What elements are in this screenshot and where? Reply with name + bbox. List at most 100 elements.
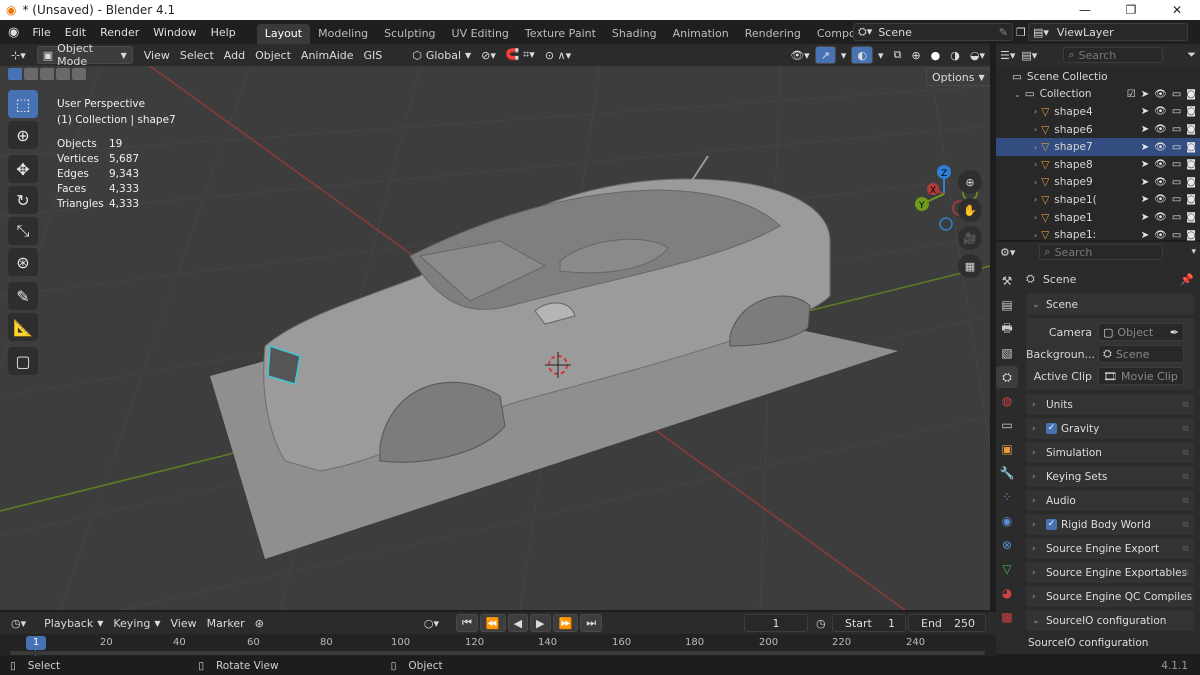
select-arrow-icon[interactable]: ➤	[1141, 89, 1149, 100]
camera-icon[interactable]: ◙	[1186, 159, 1196, 170]
chevron-right-icon[interactable]: ›	[1034, 107, 1037, 116]
monitor-icon[interactable]: ▭	[1172, 212, 1181, 223]
menu-render[interactable]: Render	[93, 26, 146, 39]
select-new-icon[interactable]	[8, 68, 22, 80]
cursor-tool-icon[interactable]: ⊕	[8, 121, 38, 149]
camera-icon[interactable]: ◙	[1186, 212, 1196, 223]
chevron-down-icon[interactable]: ⌄	[1014, 90, 1021, 99]
grip-icon[interactable]: ⁞⁞⁞⁞	[1182, 496, 1189, 505]
scene-panel-header[interactable]: ⌄ Scene	[1026, 294, 1194, 315]
camera-icon[interactable]: ◙	[1186, 124, 1196, 135]
outliner-collection[interactable]: ⌄ ▭ Collection ☑ ➤ 👁 ▭ ◙	[996, 86, 1200, 104]
chevron-right-icon[interactable]: ›	[1034, 213, 1037, 222]
scale-tool-icon[interactable]: ⤡	[8, 217, 38, 245]
menu-add[interactable]: Add	[219, 46, 250, 64]
sourceio-config-panel[interactable]: ⌄ SourceIO configuration	[1026, 610, 1194, 631]
camera-field[interactable]: ▢ Object ✒	[1098, 323, 1184, 341]
monitor-icon[interactable]: ▭	[1172, 124, 1181, 135]
collection-tab-icon[interactable]: ▭	[996, 414, 1018, 436]
ortho-toggle-icon[interactable]: ▦	[958, 254, 982, 278]
menu-keying[interactable]: Keying ▼	[108, 614, 165, 632]
select-subtract-icon[interactable]	[40, 68, 54, 80]
auto-keying-icon[interactable]: ⊛	[250, 614, 269, 632]
camera-icon[interactable]: ◙	[1186, 89, 1196, 100]
camera-icon[interactable]: ◙	[1186, 177, 1196, 188]
menu-select[interactable]: Select	[175, 46, 219, 64]
physics-tab-icon[interactable]: ◉	[996, 510, 1018, 532]
camera-icon[interactable]: ◙	[1186, 230, 1196, 241]
select-invert-icon[interactable]	[56, 68, 70, 80]
rendered-shading-icon[interactable]: ◒▾	[965, 46, 990, 64]
eye-icon[interactable]: 👁	[1154, 159, 1167, 170]
chevron-right-icon[interactable]: ›	[1034, 143, 1037, 152]
select-extend-icon[interactable]	[24, 68, 38, 80]
visibility-icon[interactable]: 👁▾	[785, 46, 815, 64]
chevron-right-icon[interactable]: ›	[1034, 231, 1037, 240]
select-arrow-icon[interactable]: ➤	[1141, 142, 1149, 153]
display-mode-icon[interactable]: ▤▾	[1021, 49, 1037, 62]
select-intersect-icon[interactable]	[72, 68, 86, 80]
monitor-icon[interactable]: ▭	[1172, 177, 1181, 188]
pivot-icon[interactable]: ⊘▾	[476, 46, 501, 64]
tab-uv-editing[interactable]: UV Editing	[444, 24, 517, 44]
simulation-panel[interactable]: › Simulation ⁞⁞⁞⁞	[1026, 442, 1194, 463]
start-frame-field[interactable]: Start 1	[832, 614, 906, 632]
solid-shading-icon[interactable]: ●	[926, 46, 946, 64]
select-arrow-icon[interactable]: ➤	[1141, 230, 1149, 241]
outliner-item[interactable]: › ▽ shape1 ➤ 👁 ▭ ◙	[996, 209, 1200, 227]
monitor-icon[interactable]: ▭	[1172, 230, 1181, 241]
snap-icon[interactable]: 🧲 ⌗▾	[501, 46, 540, 64]
object-tab-icon[interactable]: ▣	[996, 438, 1018, 460]
output-tab-icon[interactable]: 🖶	[996, 318, 1018, 340]
prev-keyframe-icon[interactable]: ⏪	[479, 614, 506, 632]
outliner-scene-collection[interactable]: ▭ Scene Collectio	[996, 68, 1200, 86]
outliner-item[interactable]: › ▽ shape4 ➤ 👁 ▭ ◙	[996, 103, 1200, 121]
chevron-right-icon[interactable]: ›	[1034, 160, 1037, 169]
jump-start-icon[interactable]: ⏮	[455, 614, 478, 632]
chevron-right-icon[interactable]: ›	[1034, 125, 1037, 134]
grip-icon[interactable]: ⁞⁞⁞⁞	[1182, 544, 1189, 553]
monitor-icon[interactable]: ▭	[1172, 194, 1181, 205]
add-cube-tool-icon[interactable]: ▢	[8, 347, 38, 375]
eye-icon[interactable]: 👁	[1154, 106, 1167, 117]
proportional-edit-icon[interactable]: ⊙ ∧▾	[540, 46, 576, 64]
source-engine-export-panel[interactable]: › Source Engine Export ⁞⁞⁞⁞	[1026, 538, 1194, 559]
overlay-chevron-icon[interactable]: ▾	[873, 46, 889, 64]
outliner-item-selected[interactable]: › ▽ shape7 ➤ 👁 ▭ ◙	[996, 138, 1200, 156]
transform-tool-icon[interactable]: ⊛	[8, 248, 38, 276]
clock-icon[interactable]: ◷	[816, 617, 826, 630]
next-keyframe-icon[interactable]: ⏩	[552, 614, 579, 632]
select-box-tool-icon[interactable]: ⬚	[8, 90, 38, 118]
playhead[interactable]: 1	[26, 636, 46, 650]
monitor-icon[interactable]: ▭	[1172, 106, 1181, 117]
background-field[interactable]: ⛭ Scene	[1098, 345, 1184, 363]
tab-layout[interactable]: Layout	[256, 24, 311, 44]
menu-animaide[interactable]: AnimAide	[296, 46, 359, 64]
measure-tool-icon[interactable]: 📐	[8, 313, 38, 341]
timeline-scrubber[interactable]: 1 20 40 60 80 100 120 140 160 180 200 22…	[0, 634, 996, 656]
modifier-tab-icon[interactable]: 🔧	[996, 462, 1018, 484]
transform-orientation-selector[interactable]: ⬡ Global ▼	[407, 46, 476, 64]
grip-icon[interactable]: ⁞⁞⁞⁞	[1182, 592, 1189, 601]
select-arrow-icon[interactable]: ➤	[1141, 159, 1149, 170]
viewlayer-selector[interactable]: ▤▾ ViewLayer	[1028, 23, 1188, 41]
menu-gis[interactable]: GIS	[359, 46, 388, 64]
eyedropper-icon[interactable]: ✒	[1170, 326, 1179, 339]
view-layer-tab-icon[interactable]: ▧	[996, 342, 1018, 364]
audio-panel[interactable]: › Audio ⁞⁞⁞⁞	[1026, 490, 1194, 511]
chevron-right-icon[interactable]: ›	[1034, 178, 1037, 187]
select-arrow-icon[interactable]: ➤	[1141, 212, 1149, 223]
outliner-item[interactable]: › ▽ shape6 ➤ 👁 ▭ ◙	[996, 121, 1200, 139]
pin-icon[interactable]: ✎	[999, 26, 1008, 39]
scene-selector[interactable]: ⛭▾ Scene ✎	[853, 23, 1013, 41]
eye-icon[interactable]: 👁	[1154, 212, 1167, 223]
camera-icon[interactable]: ◙	[1186, 194, 1196, 205]
menu-view[interactable]: View	[139, 46, 175, 64]
timeline-editor-icon[interactable]: ◷▾	[6, 614, 31, 632]
tab-rendering[interactable]: Rendering	[737, 24, 809, 44]
move-tool-icon[interactable]: ✥	[8, 155, 38, 183]
menu-playback[interactable]: Playback ▼	[39, 614, 108, 632]
gizmo-toggle-icon[interactable]: ↗	[814, 46, 836, 64]
maximize-button[interactable]: ❐	[1108, 0, 1154, 20]
editor-type-icon[interactable]: ⊹▾	[6, 46, 31, 64]
